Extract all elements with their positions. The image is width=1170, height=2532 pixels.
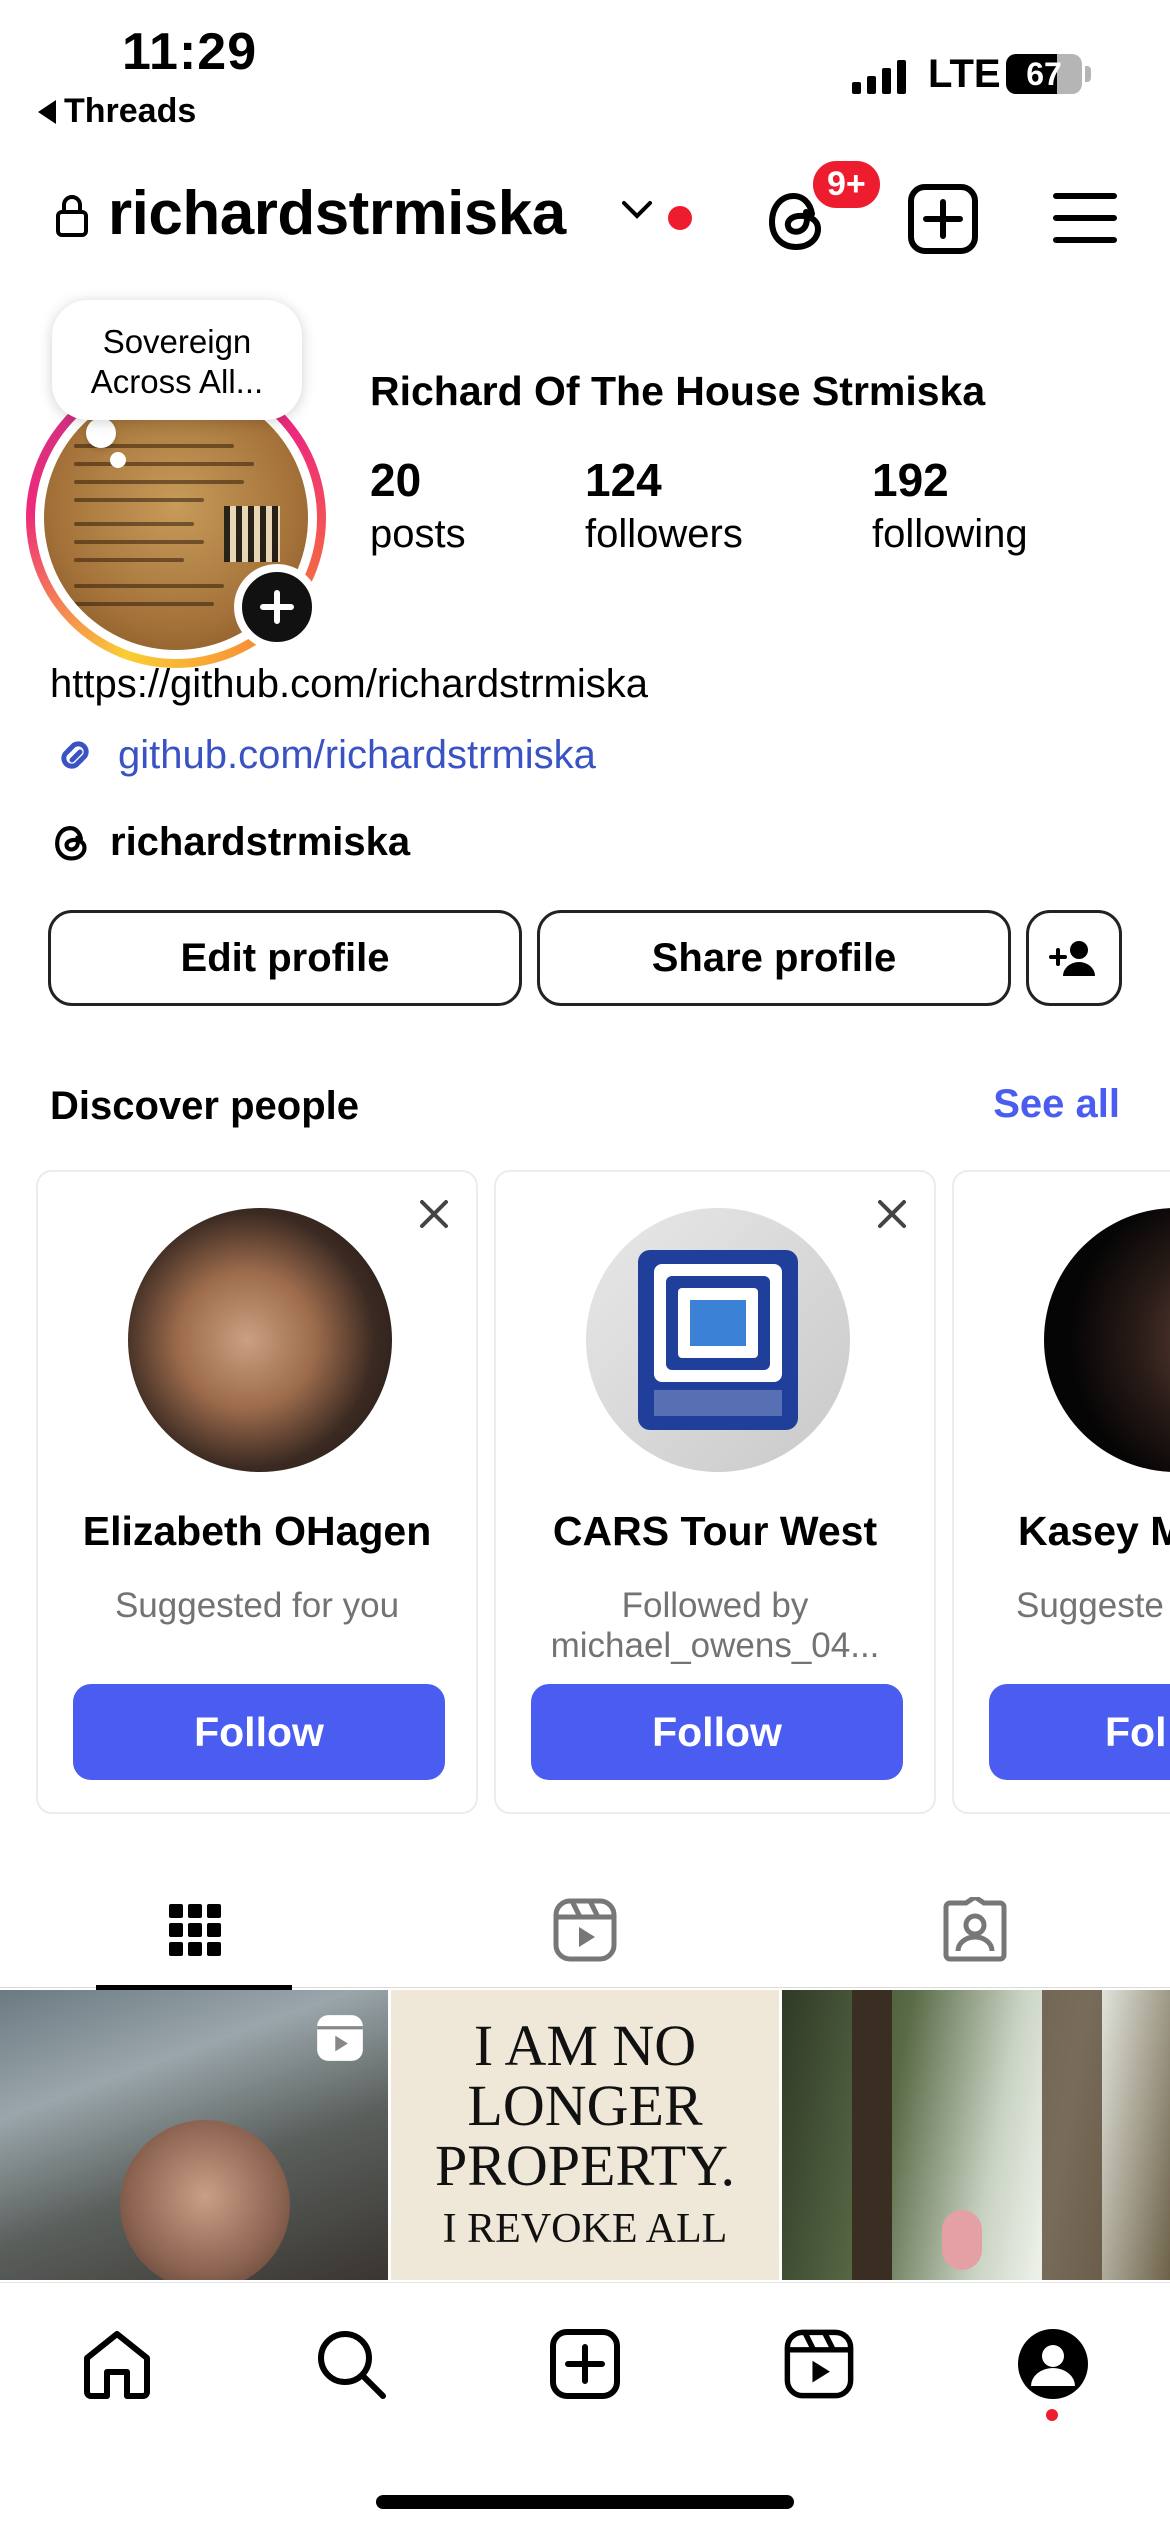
profile-icon (1018, 2329, 1088, 2399)
account-switcher[interactable]: richardstrmiska (108, 178, 566, 249)
link-icon (61, 741, 89, 769)
add-square-icon[interactable] (906, 182, 980, 256)
post-thumbnail[interactable] (0, 1990, 388, 2280)
suggestion-avatar[interactable] (128, 1208, 392, 1472)
stat-label: followers (585, 512, 743, 556)
full-name: Richard Of The House Strmiska (370, 368, 986, 414)
search-icon (318, 2331, 386, 2399)
tab-posts-grid[interactable] (0, 1872, 390, 1990)
qr-code-image (224, 506, 280, 562)
home-icon (84, 2331, 150, 2399)
stat-following[interactable]: 192 following (872, 452, 1028, 560)
suggestion-subtitle: Suggeste (1016, 1586, 1164, 1625)
nav-home[interactable] (72, 2319, 162, 2409)
home-indicator (376, 2495, 794, 2509)
notification-dot (668, 206, 692, 230)
quote-line: LONGER (467, 2073, 703, 2138)
note-bubble-dot (86, 418, 116, 448)
network-label: LTE (928, 52, 1001, 96)
tab-reels[interactable] (390, 1872, 780, 1988)
threads-profile-link[interactable]: richardstrmiska (50, 820, 410, 865)
profile-header: richardstrmiska 9+ (0, 156, 1170, 270)
follow-button[interactable]: Follow (531, 1684, 903, 1780)
add-person-button[interactable] (1026, 910, 1122, 1006)
suggestion-subtitle: Suggested for you (114, 1586, 400, 1625)
post-thumbnail[interactable] (782, 1990, 1170, 2280)
profile-note[interactable]: Sovereign Across All... (52, 300, 302, 420)
status-time: 11:29 (122, 23, 258, 81)
back-arrow-icon (38, 99, 56, 124)
quote-line: PROPERTY. (434, 2133, 736, 2198)
stat-value: 124 (585, 454, 662, 506)
threads-badge: 9+ (808, 156, 885, 213)
quote-line: I AM NO (473, 2013, 697, 2078)
grid-icon (169, 1904, 221, 1956)
suggestion-avatar[interactable] (1044, 1208, 1170, 1472)
reels-icon (317, 2015, 363, 2061)
suggestion-card: CARS Tour West Followed by michael_owens… (494, 1170, 936, 1814)
cars-tour-logo (638, 1250, 798, 1430)
tab-tagged[interactable] (780, 1872, 1170, 1988)
reels-icon (553, 1898, 617, 1962)
suggestion-name[interactable]: CARS Tour West (496, 1508, 934, 1555)
bottom-nav (0, 2282, 1170, 2532)
add-square-icon (550, 2329, 620, 2399)
post-thumbnail[interactable]: I AM NO LONGER PROPERTY. I REVOKE ALL (391, 1990, 779, 2280)
threads-handle: richardstrmiska (110, 820, 411, 864)
nav-profile[interactable] (1008, 2319, 1098, 2409)
chevron-down-icon[interactable] (620, 198, 654, 222)
battery-cap (1085, 66, 1091, 82)
profile-tabs (0, 1872, 1170, 1990)
close-icon[interactable] (872, 1194, 912, 1234)
quote-line: I REVOKE ALL (442, 2206, 728, 2252)
discover-title: Discover people (50, 1084, 360, 1128)
back-app-label: Threads (64, 92, 197, 130)
suggestion-subtitle: Followed by michael_owens_04... (550, 1586, 880, 1665)
bio-text: https://github.com/richardstrmiska (50, 662, 648, 706)
share-profile-button[interactable]: Share profile (537, 910, 1011, 1006)
stat-label: posts (370, 512, 466, 556)
battery-level: 67 (1026, 55, 1062, 92)
nav-search[interactable] (306, 2319, 396, 2409)
profile-link-text: github.com/richardstrmiska (118, 732, 596, 777)
suggestion-name[interactable]: Kasey M (954, 1508, 1170, 1555)
see-all-link[interactable]: See all (993, 1082, 1120, 1127)
posts-grid: I AM NO LONGER PROPERTY. I REVOKE ALL (0, 1990, 1170, 2280)
tagged-icon (943, 1897, 1007, 1962)
add-story-button[interactable] (234, 564, 320, 650)
stat-value: 20 (370, 454, 422, 506)
stat-followers[interactable]: 124 followers (585, 452, 743, 560)
suggestion-name[interactable]: Elizabeth OHagen (38, 1508, 476, 1555)
note-bubble-dot (110, 452, 126, 468)
add-person-icon (1049, 941, 1095, 976)
nav-create[interactable] (540, 2319, 630, 2409)
stat-value: 192 (872, 454, 949, 506)
reels-icon (784, 2329, 854, 2399)
close-icon[interactable] (414, 1194, 454, 1234)
stat-label: following (872, 512, 1028, 556)
plus-icon (260, 590, 294, 624)
threads-icon (55, 825, 87, 861)
hamburger-menu-icon[interactable] (1052, 188, 1118, 248)
lock-icon (56, 195, 88, 237)
follow-button[interactable]: Fol (989, 1684, 1170, 1780)
suggestion-card: Elizabeth OHagen Suggested for you Follo… (36, 1170, 478, 1814)
suggestion-card: Kasey M Suggeste Fol (952, 1170, 1170, 1814)
signal-icon (852, 58, 906, 94)
stat-posts[interactable]: 20 posts (370, 452, 466, 560)
suggestion-avatar[interactable] (586, 1208, 850, 1472)
profile-link[interactable]: github.com/richardstrmiska (50, 730, 596, 780)
follow-button[interactable]: Follow (73, 1684, 445, 1780)
edit-profile-button[interactable]: Edit profile (48, 910, 522, 1006)
back-to-app[interactable]: Threads (38, 92, 196, 131)
profile-notification-dot (1046, 2409, 1058, 2421)
battery-icon: 67 (1006, 54, 1082, 94)
nav-reels[interactable] (774, 2319, 864, 2409)
status-bar: 11:29 Threads LTE 67 (0, 0, 1170, 140)
